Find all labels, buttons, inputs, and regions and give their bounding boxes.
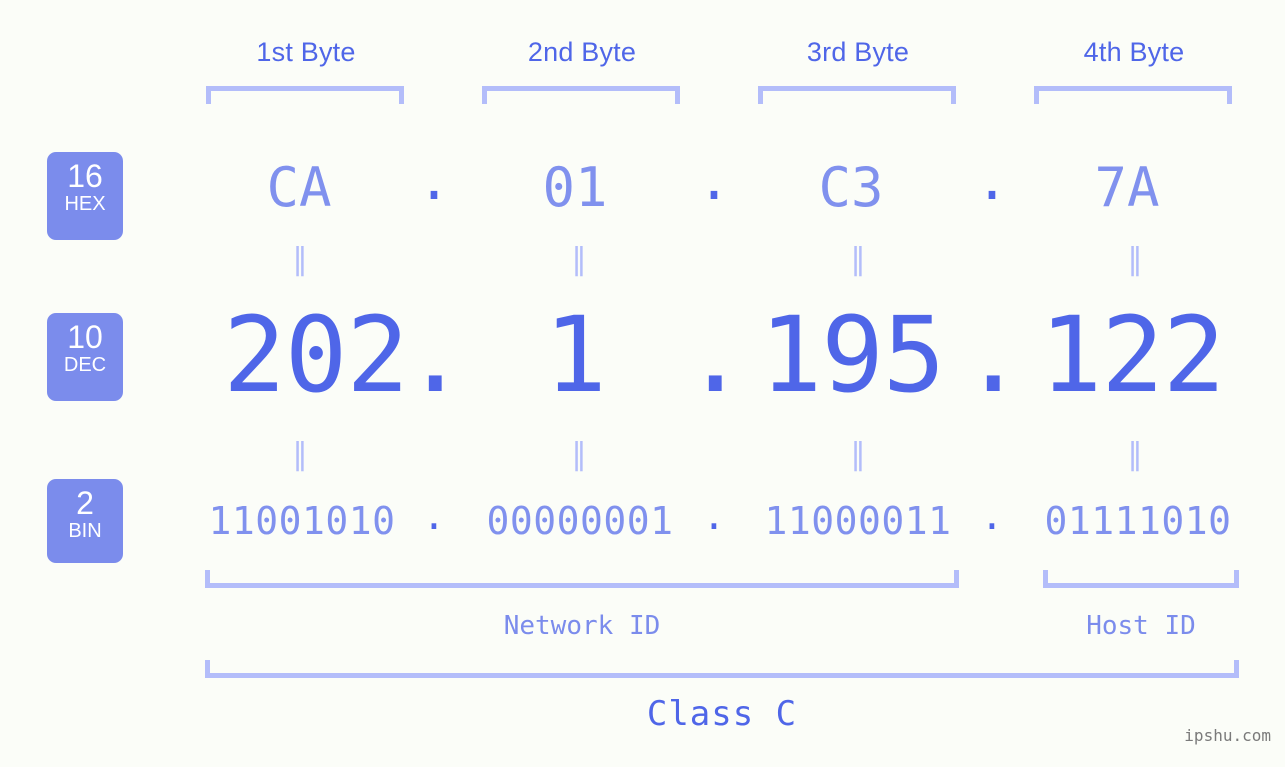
equals-mark-decbin-3: ‖ (850, 437, 866, 472)
byte-header-4: 4th Byte (1083, 37, 1185, 67)
host-id-label: Host ID (1086, 611, 1196, 641)
base-badge-bin-name: BIN (68, 520, 102, 542)
dec-byte-1: 202 (223, 294, 409, 416)
equals-mark-decbin-2: ‖ (571, 437, 587, 472)
byte-bracket-3 (758, 86, 956, 104)
bin-separator-2: . (702, 494, 726, 538)
network-id-label: Network ID (503, 611, 661, 641)
equals-mark-hexdec-4: ‖ (1127, 242, 1143, 277)
byte-bracket-1 (206, 86, 404, 104)
base-badge-hex-name: HEX (64, 193, 106, 215)
dec-byte-3: 195 (759, 294, 946, 416)
hex-separator-2: . (697, 149, 731, 212)
byte-header-3: 3rd Byte (806, 37, 910, 67)
base-badge-bin: 2 BIN (47, 479, 123, 563)
equals-mark-decbin-4: ‖ (1127, 437, 1143, 472)
byte-bracket-4 (1034, 86, 1232, 104)
bin-byte-3: 11000011 (764, 499, 952, 543)
hex-byte-1: CA (266, 156, 332, 219)
equals-mark-hexdec-2: ‖ (571, 242, 587, 277)
base-badge-dec-name: DEC (63, 354, 107, 376)
hex-byte-3: C3 (818, 156, 884, 219)
bin-byte-1: 11001010 (208, 499, 396, 543)
byte-header-1: 1st Byte (256, 37, 356, 67)
ip-breakdown-diagram: 1st Byte 2nd Byte 3rd Byte 4th Byte 16 H… (0, 0, 1285, 767)
base-badge-dec: 10 DEC (47, 313, 123, 401)
dec-separator-3: . (962, 294, 1025, 416)
hex-separator-1: . (417, 149, 451, 212)
class-bracket (205, 660, 1239, 678)
hex-separator-3: . (975, 149, 1009, 212)
site-watermark: ipshu.com (1184, 726, 1271, 745)
base-badge-dec-number: 10 (67, 319, 103, 355)
bin-separator-3: . (980, 494, 1004, 538)
bin-separator-1: . (422, 494, 446, 538)
dec-separator-1: . (404, 294, 467, 416)
dec-byte-2: 1 (544, 294, 607, 416)
equals-mark-hexdec-3: ‖ (850, 242, 866, 277)
hex-byte-4: 7A (1094, 156, 1160, 219)
network-id-bracket (205, 570, 959, 588)
bin-byte-2: 00000001 (486, 499, 674, 543)
byte-bracket-2 (482, 86, 680, 104)
dec-byte-4: 122 (1039, 294, 1226, 416)
bin-byte-4: 01111010 (1044, 499, 1232, 543)
base-badge-bin-number: 2 (76, 485, 94, 521)
class-label: Class C (646, 694, 798, 734)
byte-header-2: 2nd Byte (527, 37, 637, 67)
base-badge-hex: 16 HEX (47, 152, 123, 240)
dec-separator-2: . (684, 294, 747, 416)
hex-byte-2: 01 (542, 156, 608, 219)
equals-mark-hexdec-1: ‖ (292, 242, 308, 277)
host-id-bracket (1043, 570, 1239, 588)
base-badge-hex-number: 16 (67, 158, 103, 194)
equals-mark-decbin-1: ‖ (292, 437, 308, 472)
